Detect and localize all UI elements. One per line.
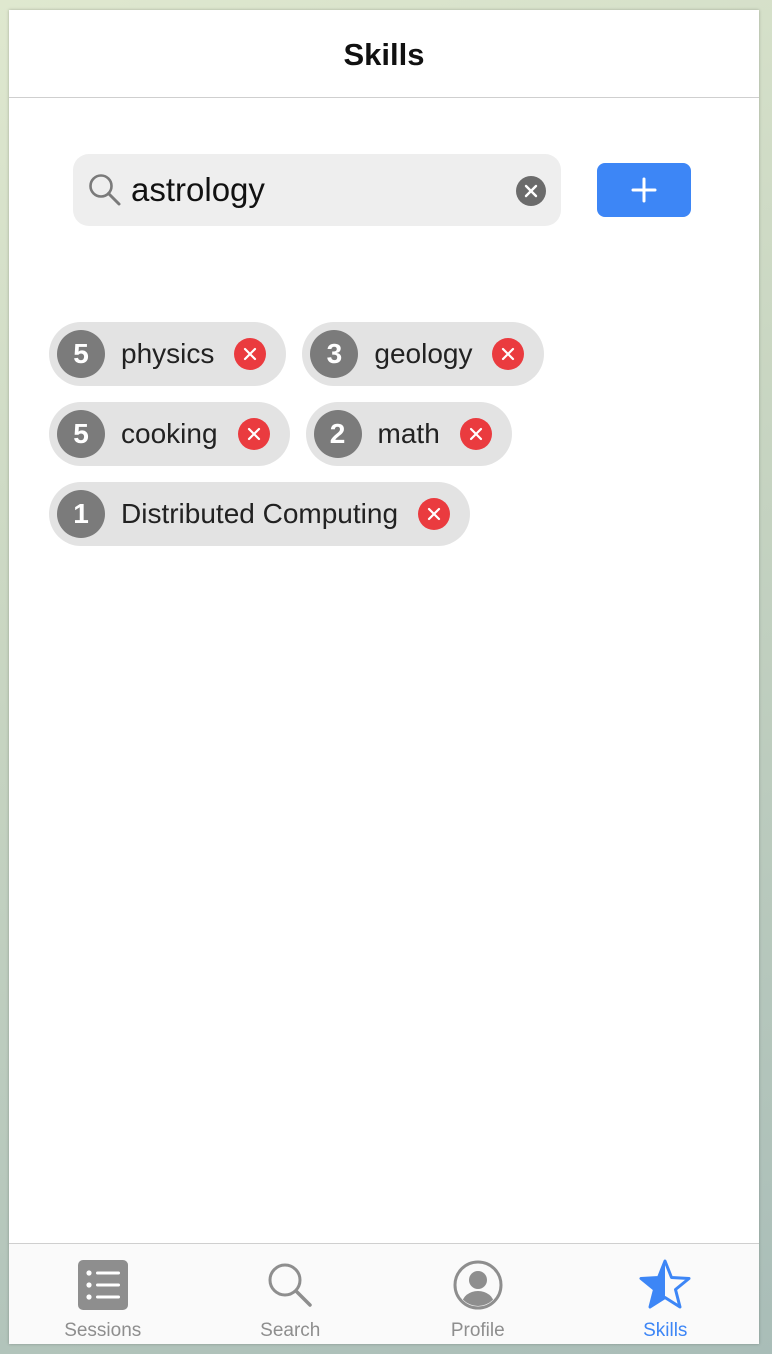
close-icon — [524, 184, 538, 198]
remove-skill-button[interactable] — [418, 498, 451, 530]
remove-skill-button[interactable] — [492, 338, 525, 370]
skill-name: cooking — [121, 418, 218, 449]
close-icon — [244, 347, 257, 361]
close-icon — [469, 427, 482, 441]
skill-count-badge: 2 — [313, 410, 362, 458]
skill-name: math — [377, 418, 440, 449]
search-icon — [89, 174, 121, 206]
page-title: Skills — [343, 36, 425, 72]
tab-label: Profile — [450, 1320, 505, 1341]
search-icon — [263, 1258, 317, 1312]
skill-count-badge: 5 — [57, 330, 105, 378]
close-icon — [247, 427, 260, 441]
skill-search-field[interactable] — [73, 154, 561, 226]
skill-name: geology — [374, 338, 473, 369]
tab-profile[interactable]: Profile — [384, 1244, 572, 1344]
skill-name: Distributed Computing — [121, 498, 399, 529]
remove-skill-button[interactable] — [237, 418, 270, 450]
skill-chip-row: 5 cooking 2 math — [49, 402, 512, 466]
skill-chip[interactable]: 5 cooking — [49, 402, 290, 466]
skill-chip-row: 1 Distributed Computing — [49, 482, 471, 546]
skill-count-badge: 5 — [57, 410, 105, 458]
remove-skill-button[interactable] — [459, 418, 492, 450]
star-icon — [638, 1258, 692, 1312]
skill-count-badge: 1 — [57, 490, 105, 538]
skill-chip[interactable]: 3 geology — [302, 322, 545, 386]
skill-search-input[interactable] — [131, 168, 511, 212]
tab-search[interactable]: Search — [197, 1244, 385, 1344]
remove-skill-button[interactable] — [234, 338, 267, 370]
close-icon — [427, 507, 441, 521]
tab-skills[interactable]: Skills — [572, 1244, 760, 1344]
skill-chip[interactable]: 2 math — [305, 402, 512, 466]
skill-chip[interactable]: 5 physics — [49, 322, 287, 386]
tab-bar: Sessions Search Profile Skills — [9, 1243, 759, 1344]
plus-icon — [631, 177, 657, 203]
add-skill-button[interactable] — [597, 163, 691, 217]
clear-search-button[interactable] — [516, 176, 546, 206]
app-screen: Skills 5 physics — [9, 10, 759, 1344]
tab-label: Sessions — [64, 1320, 142, 1341]
tab-label: Skills — [643, 1320, 688, 1341]
tab-sessions[interactable]: Sessions — [9, 1244, 197, 1344]
person-icon — [451, 1258, 505, 1312]
skill-chip[interactable]: 1 Distributed Computing — [49, 482, 471, 546]
skill-name: physics — [121, 338, 215, 369]
close-icon — [502, 347, 515, 361]
tab-label: Search — [260, 1320, 321, 1341]
skill-chip-row: 5 physics 3 geology — [49, 322, 545, 386]
skill-count-badge: 3 — [310, 330, 359, 378]
list-icon — [76, 1258, 130, 1312]
navigation-bar: Skills — [9, 10, 759, 98]
